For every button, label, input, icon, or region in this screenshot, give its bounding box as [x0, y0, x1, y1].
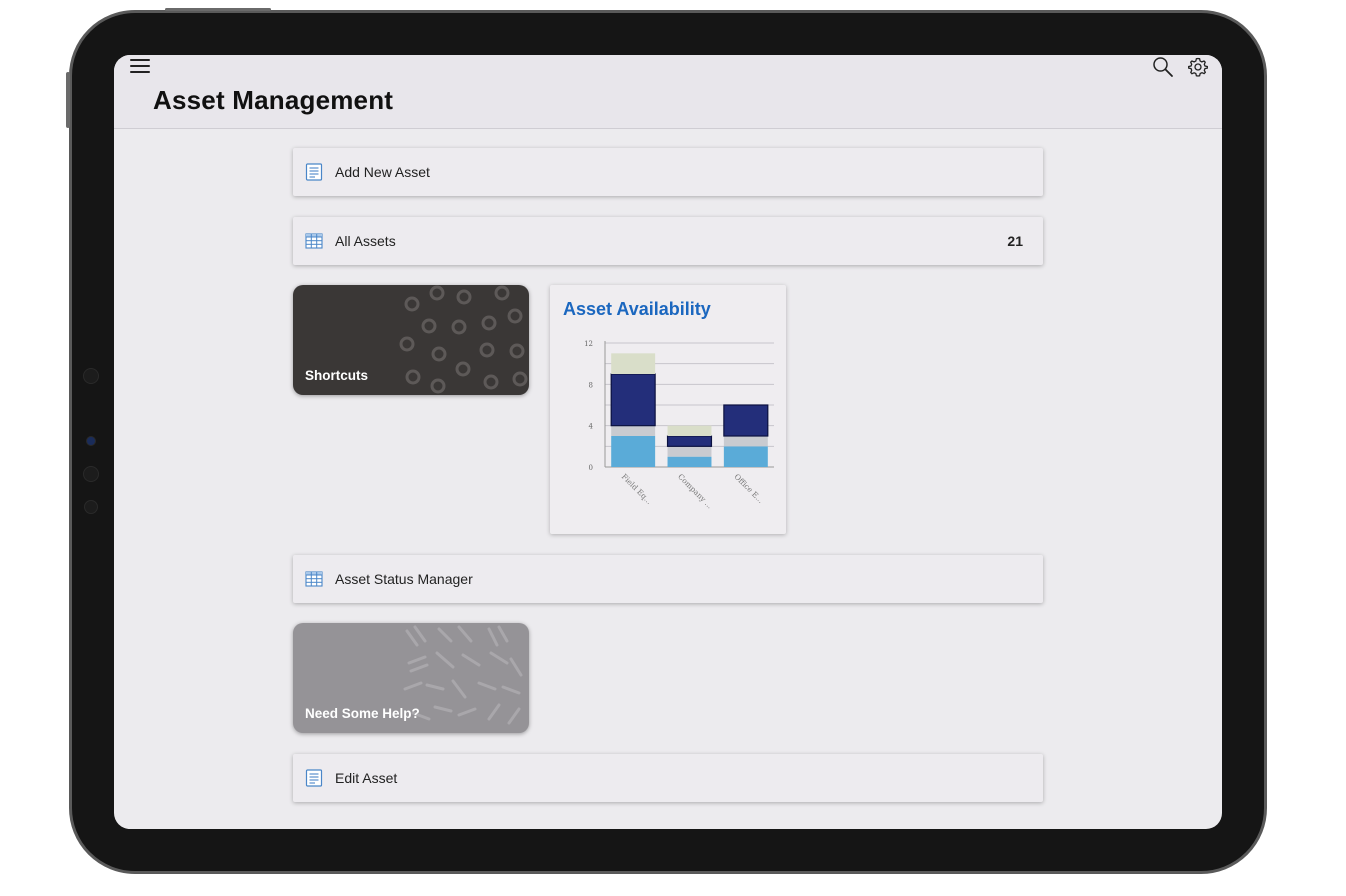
bar-segment	[723, 404, 769, 437]
gear-icon[interactable]	[1187, 56, 1209, 78]
y-tick-label: 12	[584, 340, 593, 348]
document-icon	[305, 163, 323, 181]
bar-segment	[611, 353, 656, 374]
app-screen: Asset Management Add New Asset All Asset…	[114, 55, 1222, 829]
bar-segment	[667, 425, 712, 436]
camera-dot	[83, 368, 99, 384]
edit-asset-row[interactable]: Edit Asset	[293, 754, 1043, 802]
asset-status-manager-row[interactable]: Asset Status Manager	[293, 555, 1043, 603]
y-tick-label: 8	[589, 381, 593, 389]
bar-segment	[723, 446, 768, 467]
bar-segment	[666, 435, 713, 447]
table-icon	[305, 571, 323, 587]
bar-segment	[611, 436, 656, 467]
bar-segment	[667, 446, 712, 457]
tile-label: Shortcuts	[305, 368, 369, 383]
y-tick-label: 0	[589, 464, 593, 472]
add-new-asset-row[interactable]: Add New Asset	[293, 148, 1043, 196]
help-tile[interactable]: Need Some Help?	[293, 623, 529, 733]
row-label: All Assets	[335, 233, 396, 249]
bar-segment	[610, 373, 656, 427]
search-icon[interactable]	[1152, 56, 1174, 78]
table-icon	[305, 233, 323, 249]
asset-availability-chart: 0 4 8 12 Field Eq... Company ... Office E...	[584, 340, 774, 510]
all-assets-row[interactable]: All Assets 21	[293, 217, 1043, 265]
tile-label: Need Some Help?	[305, 706, 420, 721]
row-label: Add New Asset	[335, 164, 430, 180]
y-tick-label: 4	[589, 423, 594, 431]
bar-segment	[667, 456, 712, 467]
asset-count-badge: 21	[1007, 233, 1023, 249]
document-icon	[305, 769, 323, 787]
app-header: Asset Management	[114, 55, 1222, 129]
x-tick-label: Company ...	[676, 472, 714, 510]
x-tick-label: Office E...	[732, 472, 765, 505]
camera-lens	[86, 436, 96, 446]
bar-segment	[723, 436, 768, 447]
bar-segment	[611, 425, 656, 436]
page-title: Asset Management	[153, 85, 394, 115]
camera-dot	[83, 466, 99, 482]
row-label: Asset Status Manager	[335, 571, 473, 587]
volume-button	[66, 72, 70, 128]
hamburger-icon[interactable]	[130, 57, 150, 75]
top-button	[165, 8, 271, 11]
row-label: Edit Asset	[335, 770, 398, 786]
x-tick-label: Field Eq...	[620, 472, 654, 506]
asset-availability-card[interactable]: Asset Availability 0 4 8 12 Field Eq... Compa…	[550, 285, 786, 534]
camera-dot	[84, 500, 98, 514]
shortcuts-tile[interactable]: Shortcuts	[293, 285, 529, 395]
